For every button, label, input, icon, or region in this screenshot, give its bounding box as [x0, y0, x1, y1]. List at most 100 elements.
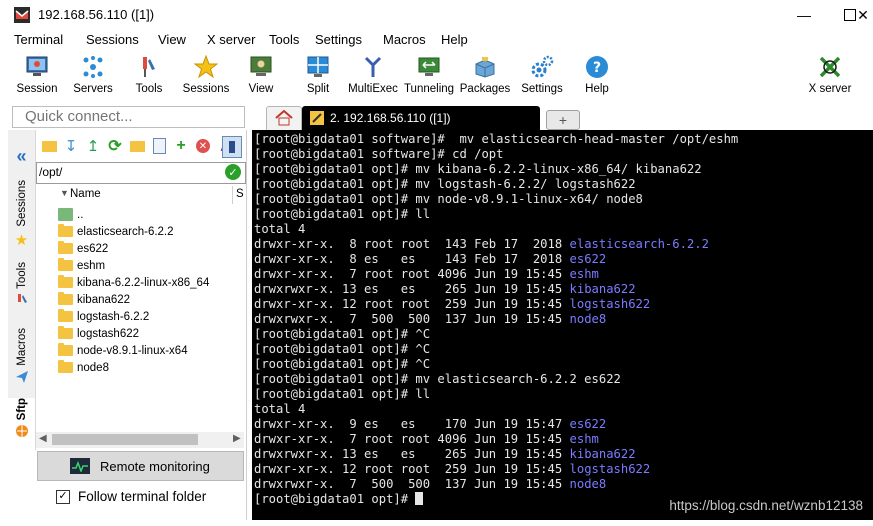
remote-monitoring-button[interactable]: Remote monitoring — [37, 451, 244, 481]
refresh-button[interactable]: ⟳ — [105, 136, 125, 156]
new-folder-icon — [129, 140, 145, 152]
quick-connect-box — [12, 106, 245, 128]
paper-plane-icon — [15, 370, 29, 387]
column-header-name[interactable]: Name — [70, 188, 101, 200]
file-name: node-v8.9.1-linux-x64 — [77, 344, 188, 357]
menu-tools[interactable]: Tools — [269, 32, 299, 47]
refresh-icon: ⟳ — [108, 138, 122, 155]
terminal-line-text: [root@bigdata01 software]# mv elasticsea… — [254, 132, 739, 146]
menu-x-server[interactable]: X server — [207, 32, 255, 47]
file-row[interactable]: eshm — [58, 257, 105, 274]
folder-icon — [58, 326, 73, 339]
tunneling-button[interactable]: Tunneling — [404, 50, 454, 102]
terminal-line-text: drwxrwxr-x. 7 500 500 137 Jun 19 15:45 — [254, 477, 570, 491]
session-button[interactable]: Session — [17, 50, 57, 102]
new-folder-button[interactable] — [127, 136, 147, 156]
main-toolbar: Session Servers Tools Sessions View Spli… — [0, 50, 873, 102]
terminal-line-text: drwxr-xr-x. 7 root root 4096 Jun 19 15:4… — [254, 432, 570, 446]
scroll-left-icon[interactable]: ◀ — [39, 433, 47, 444]
toggle-hidden-button[interactable] — [222, 136, 242, 158]
directory-name: elasticsearch-6.2.2 — [569, 237, 709, 251]
column-header-size[interactable]: S — [236, 188, 244, 200]
sftp-horizontal-scrollbar[interactable]: ◀ ▶ — [36, 432, 244, 448]
terminal-cursor — [415, 492, 424, 505]
file-row[interactable]: .. — [58, 206, 83, 223]
download-button[interactable]: ↧ — [61, 136, 81, 156]
settings-button[interactable]: Settings — [520, 50, 564, 102]
directory-name: node8 — [569, 312, 607, 326]
side-tab-sftp[interactable]: Sftp — [8, 398, 35, 450]
side-tab-sessions[interactable]: Sessions ★ — [8, 180, 35, 249]
follow-terminal-folder-option[interactable]: ✓ Follow terminal folder — [56, 489, 206, 504]
file-row[interactable]: kibana622 — [58, 291, 130, 308]
side-tab-tools[interactable]: Tools — [8, 262, 35, 310]
close-button[interactable]: ✕ — [853, 0, 873, 30]
home-tab[interactable] — [266, 106, 302, 131]
collapse-sidebar-button[interactable]: « — [8, 146, 35, 167]
view-button[interactable]: View — [246, 50, 276, 102]
session-tab[interactable]: 2. 192.168.56.110 ([1]) — [302, 106, 540, 130]
file-row[interactable]: logstash622 — [58, 325, 139, 342]
terminal-line: [root@bigdata01 opt]# mv logstash-6.2.2/… — [254, 177, 636, 191]
directory-name: kibana622 — [569, 447, 636, 461]
menu-help[interactable]: Help — [441, 32, 468, 47]
terminal-line: drwxr-xr-x. 7 root root 4096 Jun 19 15:4… — [254, 267, 599, 281]
column-divider — [232, 186, 233, 204]
tools-icon — [15, 293, 29, 310]
file-row[interactable]: logstash-6.2.2 — [58, 308, 149, 325]
quick-connect-input[interactable] — [13, 107, 245, 125]
file-row[interactable]: kibana-6.2.2-linux-x86_64 — [58, 274, 209, 291]
sessions-button[interactable]: Sessions — [183, 50, 229, 102]
side-tab-macros[interactable]: Macros — [8, 328, 35, 387]
minimize-button[interactable]: — — [781, 0, 827, 30]
multiexec-button[interactable]: MultiExec — [348, 50, 398, 102]
terminal-line-text: [root@bigdata01 opt]# mv kibana-6.2.2-li… — [254, 162, 702, 176]
servers-button[interactable]: Servers — [72, 50, 114, 102]
terminal-line: drwxrwxr-x. 7 500 500 137 Jun 19 15:45 n… — [254, 477, 606, 491]
file-row[interactable]: node8 — [58, 359, 109, 376]
tools-icon — [137, 55, 161, 79]
folder-icon — [58, 292, 73, 305]
file-name: es622 — [77, 242, 109, 255]
terminal-prompt: [root@bigdata01 opt]# — [254, 492, 416, 506]
scroll-right-icon[interactable]: ▶ — [233, 433, 241, 444]
directory-name: logstash622 — [569, 462, 651, 476]
menu-terminal[interactable]: Terminal — [14, 32, 63, 47]
delete-button[interactable]: ✕ — [193, 136, 213, 156]
menu-settings[interactable]: Settings — [315, 32, 362, 47]
terminal-line: total 4 — [254, 402, 305, 416]
file-name: logstash-6.2.2 — [77, 310, 150, 323]
new-file-button[interactable] — [149, 136, 169, 156]
follow-terminal-folder-checkbox[interactable]: ✓ — [56, 489, 70, 504]
terminal-line: [root@bigdata01 opt]# mv elasticsearch-6… — [254, 372, 621, 386]
sftp-path-input[interactable]: /opt/ — [39, 165, 62, 179]
split-button[interactable]: Split — [304, 50, 332, 102]
packages-button[interactable]: Packages — [460, 50, 510, 102]
terminal-line-text: [root@bigdata01 opt]# mv node-v8.9.1-lin… — [254, 192, 643, 206]
gears-icon — [530, 55, 554, 79]
watermark-text: https://blog.csdn.net/wznb12138 — [669, 498, 863, 513]
terminal-line: [root@bigdata01 opt]# mv kibana-6.2.2-li… — [254, 162, 702, 176]
x-server-button[interactable]: X server — [806, 50, 854, 102]
menu-macros[interactable]: Macros — [383, 32, 426, 47]
menu-sessions[interactable]: Sessions — [86, 32, 139, 47]
upload-button[interactable]: ↥ — [83, 136, 103, 156]
terminal-line: [root@bigdata01 opt]# ^C — [254, 357, 430, 371]
terminal-area[interactable]: [root@bigdata01 software]# mv elasticsea… — [252, 130, 873, 520]
new-item-button[interactable]: + — [171, 136, 191, 156]
double-chevron-left-icon: « — [16, 146, 27, 166]
help-button[interactable]: ? Help — [582, 50, 612, 102]
terminal-line-text: [root@bigdata01 opt]# mv elasticsearch-6… — [254, 372, 621, 386]
parent-folder-button[interactable] — [39, 136, 59, 156]
tools-button[interactable]: Tools — [132, 50, 166, 102]
file-row[interactable]: node-v8.9.1-linux-x64 — [58, 342, 188, 359]
scrollbar-thumb[interactable] — [52, 434, 198, 445]
sftp-path-bar[interactable]: /opt/ ✓ — [36, 162, 246, 184]
new-tab-button[interactable]: + — [546, 110, 580, 130]
terminal-line: [root@bigdata01 opt]# ^C — [254, 342, 430, 356]
star-icon — [194, 55, 218, 79]
menu-view[interactable]: View — [158, 32, 186, 47]
file-row[interactable]: es622 — [58, 240, 108, 257]
terminal-tab-icon — [310, 111, 324, 125]
file-row[interactable]: elasticsearch-6.2.2 — [58, 223, 174, 240]
